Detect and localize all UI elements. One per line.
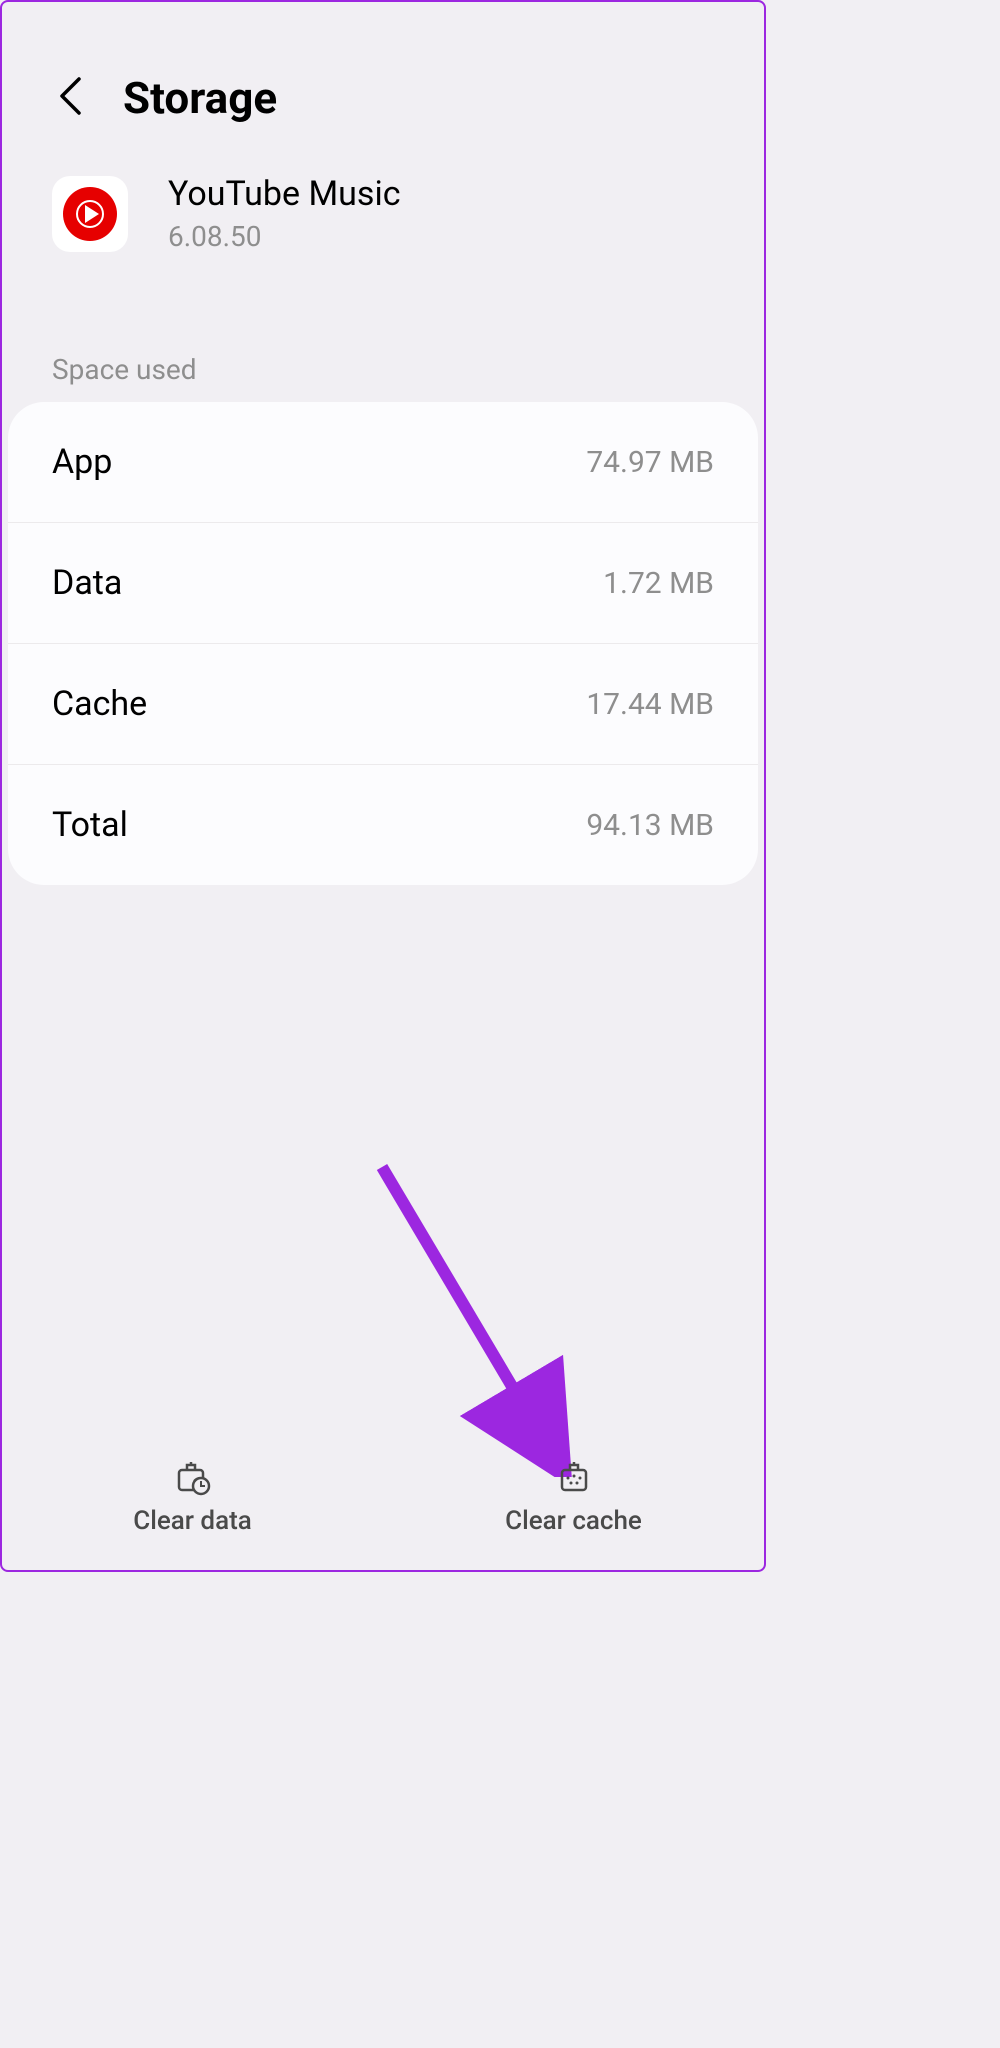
- row-label: Total: [52, 805, 128, 845]
- row-label: App: [52, 442, 112, 482]
- row-data: Data 1.72 MB: [8, 523, 758, 644]
- clear-cache-label: Clear cache: [505, 1506, 642, 1536]
- row-value: 74.97 MB: [586, 445, 714, 480]
- app-icon: [52, 176, 128, 252]
- back-icon[interactable]: [57, 75, 83, 121]
- app-name: YouTube Music: [168, 174, 401, 214]
- annotation-arrow-icon: [372, 1157, 572, 1477]
- clear-data-label: Clear data: [133, 1506, 252, 1536]
- app-info: YouTube Music 6.08.50: [2, 134, 764, 273]
- page-title: Storage: [123, 72, 277, 124]
- row-label: Data: [52, 563, 122, 603]
- row-value: 1.72 MB: [603, 566, 714, 601]
- clear-cache-button[interactable]: Clear cache: [383, 1440, 764, 1552]
- section-label: Space used: [2, 273, 764, 402]
- row-total: Total 94.13 MB: [8, 765, 758, 885]
- row-cache: Cache 17.44 MB: [8, 644, 758, 765]
- row-value: 17.44 MB: [586, 687, 714, 722]
- clear-data-icon: [173, 1456, 213, 1496]
- header: Storage: [2, 2, 764, 134]
- app-version: 6.08.50: [168, 220, 401, 253]
- row-app: App 74.97 MB: [8, 402, 758, 523]
- storage-card: App 74.97 MB Data 1.72 MB Cache 17.44 MB…: [8, 402, 758, 885]
- row-label: Cache: [52, 684, 147, 724]
- row-value: 94.13 MB: [586, 808, 714, 843]
- clear-cache-icon: [554, 1456, 594, 1496]
- bottom-bar: Clear data Clear cache: [2, 1440, 764, 1570]
- clear-data-button[interactable]: Clear data: [2, 1440, 383, 1552]
